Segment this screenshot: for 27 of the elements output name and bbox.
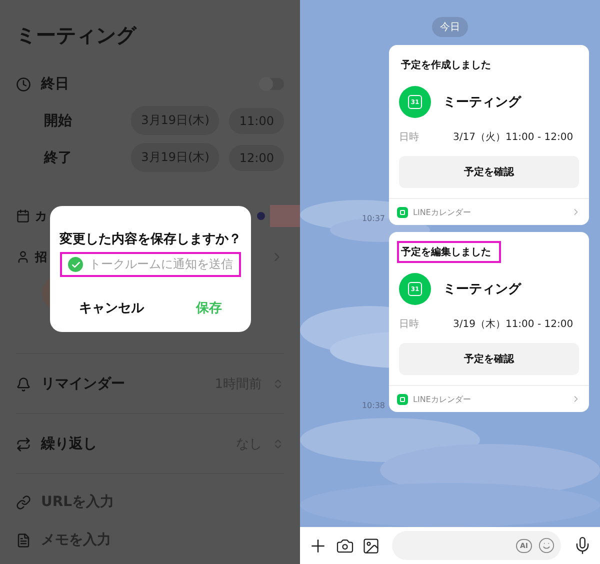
time-label: 開始	[44, 112, 73, 130]
app-link[interactable]: LINEカレンダー	[413, 206, 566, 218]
confirm-button[interactable]: 予定を確認	[399, 343, 579, 375]
setting-label: 繰り返し	[41, 435, 98, 453]
setting-label: リマインダー	[41, 375, 126, 393]
all-day-label: 終日	[41, 75, 70, 93]
event-name: ミーティング	[443, 94, 521, 111]
confirm-button[interactable]: 予定を確認	[399, 156, 579, 188]
date-label: 日時	[399, 130, 420, 144]
date-value: 3/19（木）11:00 - 12:00	[453, 318, 574, 331]
cancel-button[interactable]: キャンセル	[75, 295, 148, 321]
dialog-title: 変更した内容を保存しますか？	[60, 230, 242, 248]
message-time: 10:38	[362, 401, 385, 410]
calendar-label: カ	[35, 208, 48, 224]
save-button[interactable]: 保存	[192, 295, 226, 321]
message-time: 10:37	[362, 214, 385, 223]
date-value: 3/17（火）11:00 - 12:00	[453, 130, 574, 144]
time-label: 終了	[44, 148, 73, 166]
card-title: 予定を編集しました	[397, 241, 501, 263]
card-title: 予定を作成しました	[400, 58, 492, 73]
invite-label: 招	[35, 248, 48, 266]
app-link[interactable]: LINEカレンダー	[413, 394, 566, 404]
date-label: 日時	[399, 318, 420, 331]
date-chip: 今日	[432, 17, 468, 37]
event-title: ミーティング	[16, 22, 138, 49]
notify-option[interactable]: トークルームに通知を送信	[60, 252, 241, 277]
event-name: ミーティング	[443, 281, 521, 298]
